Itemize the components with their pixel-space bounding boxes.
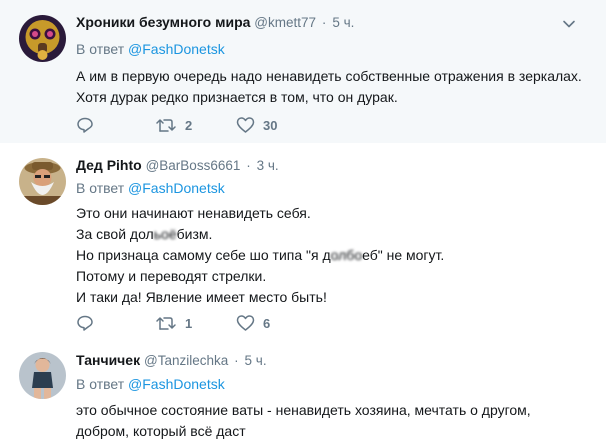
separator-dot: · xyxy=(321,15,327,30)
reply-icon xyxy=(77,117,93,133)
bearded-man-avatar-icon xyxy=(19,158,66,205)
reply-icon xyxy=(77,315,93,331)
reply-context: В ответ @FashDonetsk xyxy=(76,40,225,58)
tweet[interactable]: Дед Pihto @BarBoss6661 · 3 ч. В ответ @F… xyxy=(0,143,606,342)
tweet[interactable]: Хроники безумного мира @kmett77 · 5 ч. В… xyxy=(0,0,606,143)
censored-fragment: ьоё xyxy=(153,226,177,242)
tweet-actions: 2 30 xyxy=(76,115,376,135)
user-handle[interactable]: @BarBoss6661 xyxy=(146,158,241,173)
user-handle[interactable]: @kmett77 xyxy=(254,15,316,30)
tweet-text-line: Это они начинают ненавидеть себя. xyxy=(76,205,311,221)
tweet-text-fragment: Но признаца самому себе шо типа "я д xyxy=(76,247,331,263)
retweet-button[interactable]: 1 xyxy=(155,313,192,333)
timestamp[interactable]: 5 ч. xyxy=(332,15,354,30)
tweet-text-line: За свой дольоёбизм. xyxy=(76,224,586,245)
tweet-text-line: добром, который всё даст xyxy=(76,423,246,439)
chevron-down-icon[interactable] xyxy=(562,17,576,31)
reply-mention-link[interactable]: @FashDonetsk xyxy=(128,376,225,392)
display-name[interactable]: Дед Pihto xyxy=(76,157,142,173)
like-button[interactable]: 6 xyxy=(236,313,270,333)
retweet-icon xyxy=(156,317,176,330)
like-button[interactable]: 30 xyxy=(236,115,277,135)
tweet-text-line: А им в первую очередь надо ненавидеть со… xyxy=(76,68,582,84)
reply-button[interactable] xyxy=(76,313,94,333)
tweet-header: Танчичек @Tanzilechka · 5 ч. xyxy=(76,351,267,370)
display-name[interactable]: Танчичек xyxy=(76,352,140,368)
avatar[interactable] xyxy=(19,15,66,62)
separator-dot: · xyxy=(246,158,251,173)
avatar[interactable] xyxy=(19,352,66,399)
like-icon xyxy=(236,315,255,331)
like-icon xyxy=(236,117,255,133)
retweet-icon xyxy=(156,119,176,132)
retweet-button[interactable]: 2 xyxy=(155,115,192,135)
reply-prefix: В ответ xyxy=(76,41,125,57)
woman-avatar-icon xyxy=(19,352,66,399)
reply-mention-link[interactable]: @FashDonetsk xyxy=(128,180,225,196)
tweet-text-fragment: За свой дол xyxy=(76,226,154,242)
avatar[interactable] xyxy=(19,158,66,205)
tweet[interactable]: Танчичек @Tanzilechka · 5 ч. В ответ @Fa… xyxy=(0,342,606,445)
retweet-count: 1 xyxy=(185,315,193,331)
gas-mask-avatar-icon xyxy=(19,15,66,62)
reply-mention-link[interactable]: @FashDonetsk xyxy=(128,41,225,57)
retweet-count: 2 xyxy=(185,117,193,133)
tweet-text-fragment: бизм. xyxy=(176,226,213,242)
reply-prefix: В ответ xyxy=(76,180,125,196)
display-name[interactable]: Хроники безумного мира xyxy=(76,14,250,30)
reply-prefix: В ответ xyxy=(76,376,125,392)
censored-fragment: олбо xyxy=(330,247,363,263)
tweet-text: это обычное состояние ваты - ненавидеть … xyxy=(76,400,586,442)
tweet-header: Хроники безумного мира @kmett77 · 5 ч. xyxy=(76,13,354,32)
timestamp[interactable]: 5 ч. xyxy=(245,353,267,368)
tweet-text-fragment: еб" не могут. xyxy=(362,247,445,263)
user-handle[interactable]: @Tanzilechka xyxy=(144,353,228,368)
tweet-text-line: И таки да! Явление имеет место быть! xyxy=(76,289,327,305)
like-count: 30 xyxy=(263,117,278,133)
tweet-text-line: это обычное состояние ваты - ненавидеть … xyxy=(76,402,531,418)
tweet-text-line: Но признаца самому себе шо типа "я долбо… xyxy=(76,245,586,266)
tweet-text-line: Хотя дурак редко признается в том, что о… xyxy=(76,89,398,105)
reply-context: В ответ @FashDonetsk xyxy=(76,375,225,393)
separator-dot: · xyxy=(234,353,239,368)
tweet-actions: 1 6 xyxy=(76,313,376,333)
tweet-text-line: Потому и переводят стрелки. xyxy=(76,268,267,284)
tweet-text: Это они начинают ненавидеть себя. За сво… xyxy=(76,203,586,308)
reply-context: В ответ @FashDonetsk xyxy=(76,179,225,197)
tweet-header: Дед Pihto @BarBoss6661 · 3 ч. xyxy=(76,156,279,175)
tweet-text: А им в первую очередь надо ненавидеть со… xyxy=(76,66,586,108)
timestamp[interactable]: 3 ч. xyxy=(257,158,279,173)
reply-button[interactable] xyxy=(76,115,94,135)
like-count: 6 xyxy=(263,315,271,331)
